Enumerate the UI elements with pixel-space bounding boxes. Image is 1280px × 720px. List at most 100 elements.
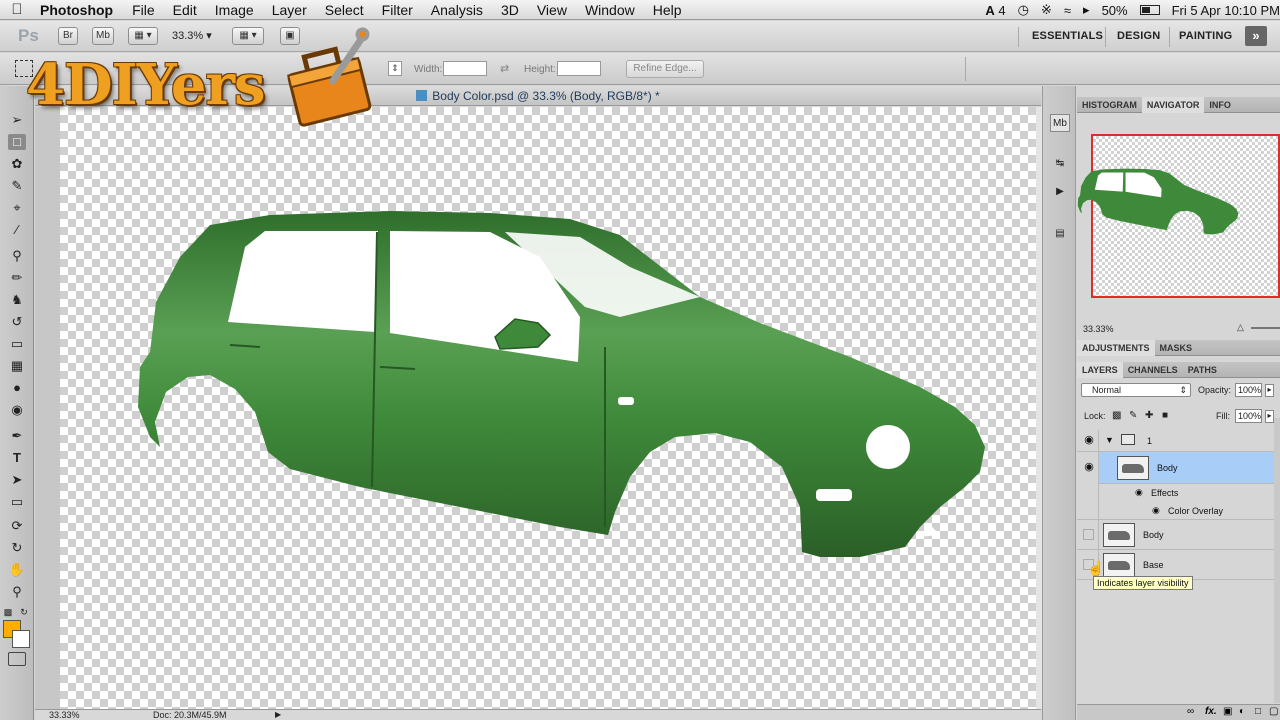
workspace-essentials[interactable]: ESSENTIALS — [1032, 30, 1103, 42]
effects-eye-icon[interactable]: ◉ — [1135, 487, 1143, 498]
tab-adjustments[interactable]: ADJUSTMENTS — [1077, 340, 1155, 356]
zoom-out-icon[interactable]: △ — [1237, 322, 1244, 333]
quick-selection-tool-icon[interactable]: ✎ — [8, 178, 26, 194]
swap-colors-icon[interactable]: ↻ — [18, 604, 30, 620]
layer-row-body-selected[interactable]: ◉ Body — [1077, 452, 1280, 484]
opacity-arrow-icon[interactable]: ▸ — [1265, 384, 1274, 397]
menu-help[interactable]: Help — [644, 2, 691, 18]
dodge-tool-icon[interactable]: ◉ — [8, 402, 26, 418]
tab-channels[interactable]: CHANNELS — [1123, 362, 1183, 378]
menu-window[interactable]: Window — [576, 2, 644, 18]
delete-layer-icon[interactable]: ▢ — [1269, 706, 1278, 717]
tab-masks[interactable]: MASKS — [1155, 340, 1198, 356]
bridge-button[interactable]: Br — [58, 27, 78, 45]
width-input[interactable] — [443, 61, 487, 76]
menu-file[interactable]: File — [123, 2, 164, 18]
visibility-empty-box[interactable] — [1083, 529, 1094, 540]
3d-rotate-tool-icon[interactable]: ⟳ — [8, 518, 26, 534]
height-input[interactable] — [557, 61, 601, 76]
pen-tool-icon[interactable]: ✒ — [8, 428, 26, 444]
bluetooth-icon[interactable]: ※ — [1041, 2, 1052, 18]
link-layers-icon[interactable]: ∞ — [1187, 706, 1194, 717]
group-expand-icon[interactable]: ▼ — [1105, 435, 1114, 445]
clock[interactable]: Fri 5 Apr 10:10 PM — [1172, 3, 1280, 18]
lock-image-icon[interactable]: ✎ — [1129, 410, 1137, 421]
clone-stamp-tool-icon[interactable]: ♞ — [8, 292, 26, 308]
shape-tool-icon[interactable]: ▭ — [8, 494, 26, 510]
zoom-slider-track[interactable] — [1251, 327, 1280, 329]
default-colors-icon[interactable]: ▩ — [2, 604, 14, 620]
quick-mask-mode-icon[interactable] — [8, 652, 26, 666]
effect-eye-icon[interactable]: ◉ — [1152, 505, 1160, 516]
healing-brush-tool-icon[interactable]: ⚲ — [8, 248, 26, 264]
opacity-input[interactable]: 100% — [1235, 383, 1262, 397]
arrange-documents-button[interactable]: ▦ ▾ — [232, 27, 264, 45]
tab-paths[interactable]: PATHS — [1183, 362, 1222, 378]
fill-arrow-icon[interactable]: ▸ — [1265, 410, 1274, 423]
3d-orbit-tool-icon[interactable]: ↻ — [8, 540, 26, 556]
brush-tool-icon[interactable]: ✏ — [8, 270, 26, 286]
layer-style-fx-icon[interactable]: fx. — [1205, 706, 1217, 717]
workspace-painting[interactable]: PAINTING — [1179, 30, 1232, 42]
more-workspaces-button[interactable]: » — [1245, 26, 1267, 46]
lock-transparent-icon[interactable]: ▩ — [1112, 410, 1121, 421]
menu-filter[interactable]: Filter — [373, 2, 422, 18]
time-machine-icon[interactable]: ◷ — [1018, 2, 1029, 18]
menu-analysis[interactable]: Analysis — [422, 2, 492, 18]
wifi-icon[interactable]: ≈ — [1064, 3, 1071, 18]
menu-view[interactable]: View — [528, 2, 576, 18]
navigator-zoom-slider[interactable]: △ — [1137, 322, 1280, 334]
eyedropper-tool-icon[interactable]: ∕ — [8, 222, 26, 238]
layer-row-body[interactable]: Body — [1077, 520, 1280, 550]
extras-button[interactable]: ▦ ▾ — [128, 27, 158, 45]
hand-tool-icon[interactable]: ✋ — [8, 562, 26, 578]
gradient-tool-icon[interactable]: ▦ — [8, 358, 26, 374]
screen-mode-button[interactable]: ▣ — [280, 27, 300, 45]
adjustment-layer-icon[interactable]: ◐ — [1239, 706, 1245, 717]
rectangular-marquee-preset-icon[interactable] — [15, 60, 33, 77]
tab-navigator[interactable]: NAVIGATOR — [1141, 97, 1205, 113]
crop-tool-icon[interactable]: ⌖ — [8, 200, 26, 216]
eraser-tool-icon[interactable]: ▭ — [8, 336, 26, 352]
mini-bridge-button[interactable]: Mb — [92, 27, 114, 45]
apple-menu-icon[interactable]:  — [0, 1, 34, 18]
document-tab[interactable]: Body Color.psd @ 33.3% (Body, RGB/8*) * — [35, 86, 1041, 106]
workspace-design[interactable]: DESIGN — [1117, 30, 1160, 42]
history-brush-tool-icon[interactable]: ↺ — [8, 314, 26, 330]
menu-edit[interactable]: Edit — [164, 2, 206, 18]
battery-percent[interactable]: 50% — [1102, 3, 1128, 18]
eye-icon[interactable]: ◉ — [1082, 434, 1096, 446]
menu-layer[interactable]: Layer — [263, 2, 316, 18]
navigator-preview[interactable] — [1077, 134, 1280, 298]
menu-3d[interactable]: 3D — [492, 2, 528, 18]
lock-all-icon[interactable]: ■ — [1162, 410, 1168, 421]
move-tool-icon[interactable]: ➢ — [8, 112, 26, 128]
tab-layers[interactable]: LAYERS — [1077, 362, 1123, 378]
status-menu-arrow-icon[interactable]: ▶ — [275, 710, 281, 719]
adobe-notification[interactable]: A 4 — [985, 3, 1005, 18]
path-selection-tool-icon[interactable]: ➤ — [8, 472, 26, 488]
tab-info[interactable]: INFO — [1204, 97, 1236, 113]
layer-effect-color-overlay-row[interactable]: ◉ Color Overlay — [1077, 502, 1280, 520]
swap-width-height-icon[interactable]: ⇄ — [500, 62, 509, 75]
background-color-swatch[interactable] — [12, 630, 30, 648]
blend-mode-select[interactable]: Normal ⇕ — [1081, 383, 1191, 397]
navigator-zoom-value[interactable]: 33.33% — [1083, 324, 1114, 334]
layer-effects-row[interactable]: ◉ Effects — [1077, 484, 1280, 502]
layers-scrollbar[interactable] — [1274, 418, 1280, 703]
eye-icon[interactable]: ◉ — [1082, 461, 1096, 473]
marquee-tool-icon[interactable]: □ — [8, 134, 26, 150]
lasso-tool-icon[interactable]: ✿ — [8, 156, 26, 172]
refine-edge-button[interactable]: Refine Edge... — [626, 60, 704, 78]
tab-histogram[interactable]: HISTOGRAM — [1077, 97, 1142, 113]
style-dropdown-arrow[interactable]: ⇕ — [388, 61, 402, 76]
menu-select[interactable]: Select — [316, 2, 373, 18]
layer-group-row[interactable]: ◉ ▼ 1 — [1077, 430, 1280, 452]
zoom-tool-icon[interactable]: ⚲ — [8, 584, 26, 600]
navigator-view-box[interactable] — [1077, 134, 1280, 298]
status-zoom-field[interactable]: 33.33% — [49, 710, 80, 720]
blur-tool-icon[interactable]: ● — [8, 380, 26, 396]
zoom-level-select[interactable]: 33.3% ▾ — [172, 29, 212, 42]
document-canvas[interactable] — [60, 107, 1036, 709]
type-tool-icon[interactable]: T — [8, 450, 26, 466]
